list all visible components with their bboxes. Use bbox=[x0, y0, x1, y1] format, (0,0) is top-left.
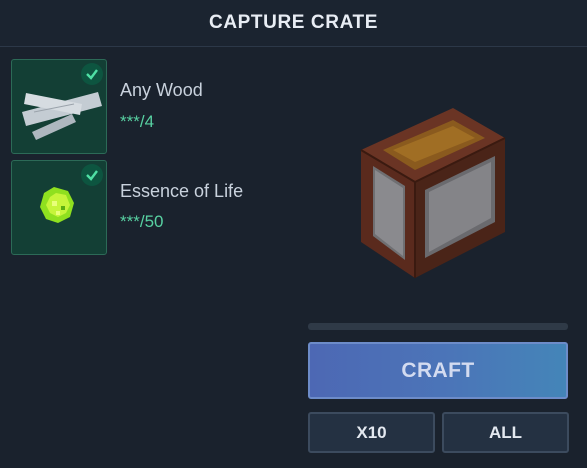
check-icon bbox=[81, 164, 103, 186]
craft-all-button[interactable]: ALL bbox=[442, 412, 569, 453]
requirement-name: Essence of Life bbox=[120, 181, 244, 201]
page-title: CAPTURE CRATE bbox=[209, 12, 378, 33]
check-icon bbox=[81, 63, 103, 85]
craft-x10-button[interactable]: X10 bbox=[308, 412, 435, 453]
craft-button[interactable]: CRAFT bbox=[308, 342, 568, 399]
craft-progress-bar bbox=[308, 323, 568, 330]
panel-header: CAPTURE CRATE bbox=[0, 0, 587, 47]
requirement-count: ***/50 bbox=[120, 212, 164, 231]
requirement-name: Any Wood bbox=[120, 80, 203, 100]
requirement-slot-essence[interactable] bbox=[11, 160, 107, 255]
requirement-slot-wood[interactable] bbox=[11, 59, 107, 154]
capture-crate-icon bbox=[360, 108, 506, 278]
requirement-count: ***/4 bbox=[120, 112, 155, 131]
